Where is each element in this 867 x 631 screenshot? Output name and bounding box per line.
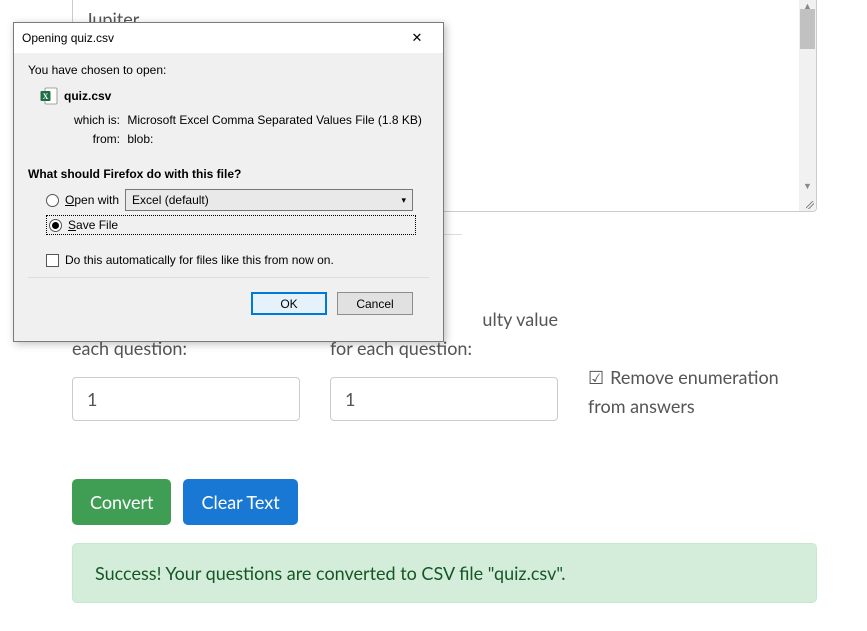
dialog-file-meta: which is: Microsoft Excel Comma Separate… [64,111,429,149]
scroll-down-icon[interactable]: ▼ [799,177,816,194]
dialog-file-row: X quiz.csv [40,87,429,105]
action-buttons: Convert Clear Text [72,479,827,525]
save-file-option[interactable]: Save File [46,215,416,235]
dialog-footer: OK Cancel [28,277,429,327]
open-with-option[interactable]: Open with Excel (default) ▾ [46,189,429,211]
scrollbar[interactable]: ▲ ▼ [799,0,816,211]
checkbox-icon[interactable]: ☑ [588,368,604,386]
dialog-intro-text: You have chosen to open: [28,63,429,77]
success-alert: Success! Your questions are converted to… [72,543,817,603]
close-icon[interactable]: ✕ [397,24,437,52]
from-value: blob: [127,132,153,146]
which-is-label: which is: [64,111,120,130]
svg-text:X: X [43,92,49,101]
excel-file-icon: X [40,87,58,105]
points-input[interactable] [72,377,300,421]
dialog-title: Opening quiz.csv [22,31,114,45]
dialog-body: You have chosen to open: X quiz.csv whic… [14,53,443,341]
open-with-app: Excel (default) [132,193,209,207]
from-label: from: [64,130,120,149]
open-with-dropdown[interactable]: Excel (default) ▾ [125,189,413,211]
remove-enum-column: ☑ Remove enumeration from answers [588,305,816,421]
convert-button[interactable]: Convert [72,479,171,525]
auto-checkbox[interactable] [46,254,59,267]
clear-text-button[interactable]: Clear Text [183,479,297,525]
download-dialog: Opening quiz.csv ✕ You have chosen to op… [13,22,444,342]
dialog-question: What should Firefox do with this file? [28,167,429,181]
dialog-titlebar[interactable]: Opening quiz.csv ✕ [14,23,443,53]
remove-enum-label-l1: Remove enumeration [610,363,779,392]
save-file-label: Save File [68,218,118,232]
dialog-options: Open with Excel (default) ▾ Save File [46,189,429,235]
radio-save-file[interactable] [49,219,62,232]
auto-label: Do this automatically for files like thi… [65,253,334,267]
remove-enum-label-l2: from answers [588,392,816,421]
cancel-button[interactable]: Cancel [337,292,413,315]
dialog-file-name: quiz.csv [64,89,111,103]
which-is-value: Microsoft Excel Comma Separated Values F… [127,113,422,127]
open-with-label: Open with [65,193,119,207]
radio-open-with[interactable] [46,194,59,207]
difficulty-input[interactable] [330,377,558,421]
do-automatically-row[interactable]: Do this automatically for files like thi… [46,253,429,267]
ok-button[interactable]: OK [251,292,327,315]
chevron-down-icon: ▾ [402,195,407,206]
scroll-thumb[interactable] [800,9,815,49]
resize-handle[interactable] [799,194,816,211]
